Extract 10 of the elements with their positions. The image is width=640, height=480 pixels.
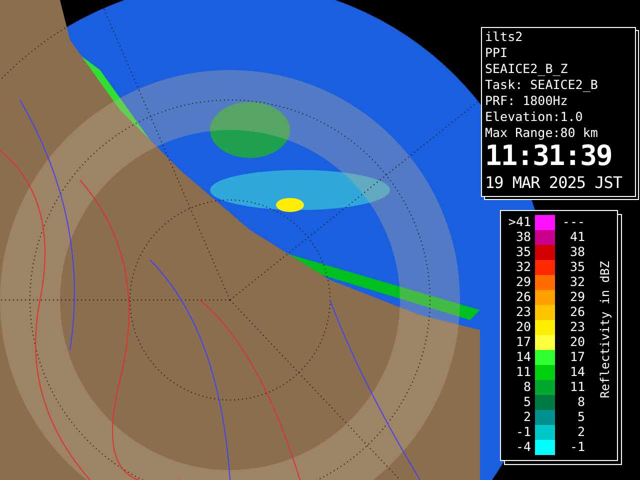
date-label: 19 MAR 2025 JST: [485, 173, 622, 193]
info-line: PRF: 1800Hz: [485, 93, 569, 109]
info-line: Max Range:80 km: [485, 125, 599, 141]
info-line: Task: SEAICE2_B: [485, 77, 599, 93]
info-line: SEAICE2_B_Z: [485, 61, 569, 77]
time-label: 11:31:39: [485, 141, 613, 171]
info-line: PPI: [485, 45, 509, 61]
legend-title: Reflectivity in dBZ: [597, 261, 613, 398]
info-line: ilts2: [485, 29, 524, 45]
info-line: Elevation:1.0: [485, 109, 584, 125]
